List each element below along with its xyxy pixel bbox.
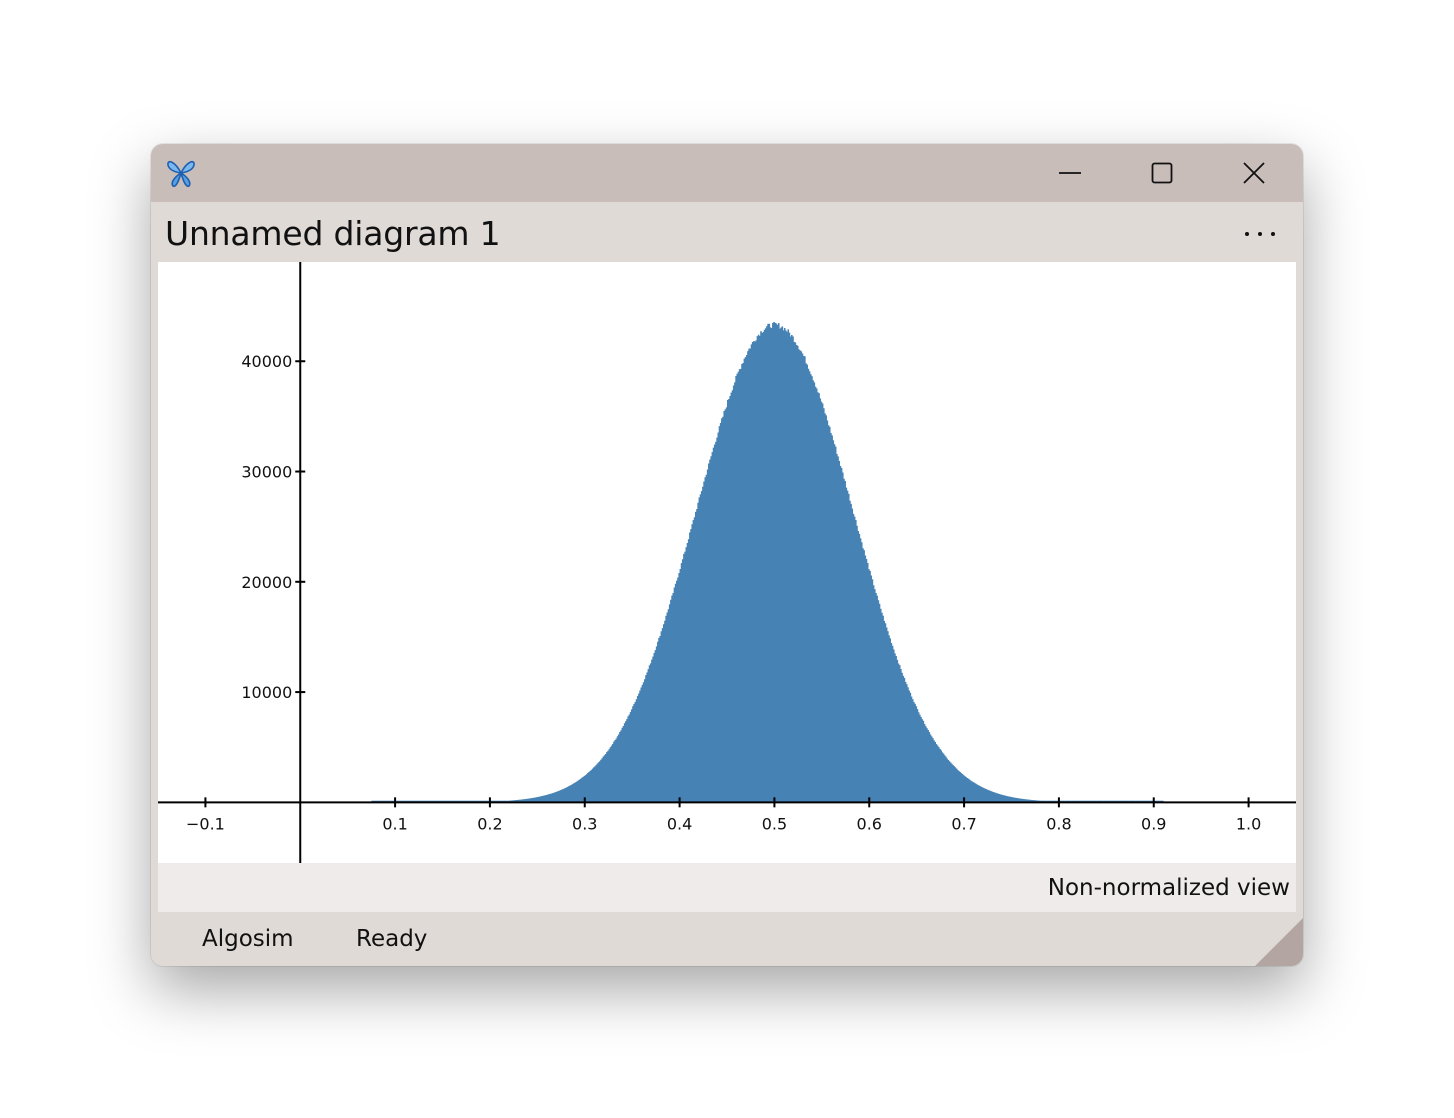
- more-options-button[interactable]: [1233, 216, 1287, 252]
- close-icon: [1243, 162, 1265, 184]
- view-mode-label[interactable]: Non-normalized view: [1048, 875, 1290, 901]
- diagram-window: Unnamed diagram 1 −0.1 0.1 0.2 0.3 0.4 0.5 0.6…: [151, 144, 1303, 966]
- histogram-chart[interactable]: −0.1 0.1 0.2 0.3 0.4 0.5 0.6 0.7 0.8 0.9 1.0 10000 2…: [158, 262, 1296, 863]
- x-tick-label: 0.9: [1141, 814, 1166, 833]
- status-state: Ready: [356, 926, 428, 952]
- x-tick-label: 0.2: [477, 814, 502, 833]
- butterfly-icon[interactable]: [165, 158, 197, 188]
- x-tick-label: 1.0: [1236, 814, 1261, 833]
- x-tick-label: 0.7: [951, 814, 976, 833]
- x-tick-label: 0.8: [1046, 814, 1071, 833]
- maximize-button[interactable]: [1117, 144, 1207, 202]
- x-tick-label: 0.5: [762, 814, 787, 833]
- resize-grip-icon[interactable]: [1255, 918, 1303, 966]
- x-tick-label: 0.3: [572, 814, 597, 833]
- x-tick-label: 0.1: [382, 814, 407, 833]
- y-tick-label: 20000: [241, 573, 292, 592]
- diagram-header: Unnamed diagram 1: [151, 202, 1303, 262]
- view-mode-bar: Non-normalized view: [158, 863, 1296, 912]
- x-tick-label: 0.6: [857, 814, 882, 833]
- histogram-bars: [371, 322, 1164, 803]
- y-tick-label: 30000: [241, 463, 292, 482]
- diagram-title: Unnamed diagram 1: [165, 214, 501, 253]
- plot-area[interactable]: −0.1 0.1 0.2 0.3 0.4 0.5 0.6 0.7 0.8 0.9 1.0 10000 2…: [158, 262, 1296, 863]
- maximize-icon: [1151, 162, 1173, 184]
- status-app-name: Algosim: [202, 926, 294, 952]
- status-bar: Algosim Ready: [151, 912, 1303, 966]
- minimize-icon: [1059, 172, 1081, 174]
- x-tick-label: −0.1: [186, 814, 225, 833]
- title-bar[interactable]: [151, 144, 1303, 202]
- y-tick-label: 40000: [241, 352, 292, 371]
- x-tick-label: 0.4: [667, 814, 692, 833]
- close-button[interactable]: [1209, 144, 1299, 202]
- y-tick-label: 10000: [241, 683, 292, 702]
- minimize-button[interactable]: [1025, 144, 1115, 202]
- more-horizontal-icon: [1245, 232, 1275, 236]
